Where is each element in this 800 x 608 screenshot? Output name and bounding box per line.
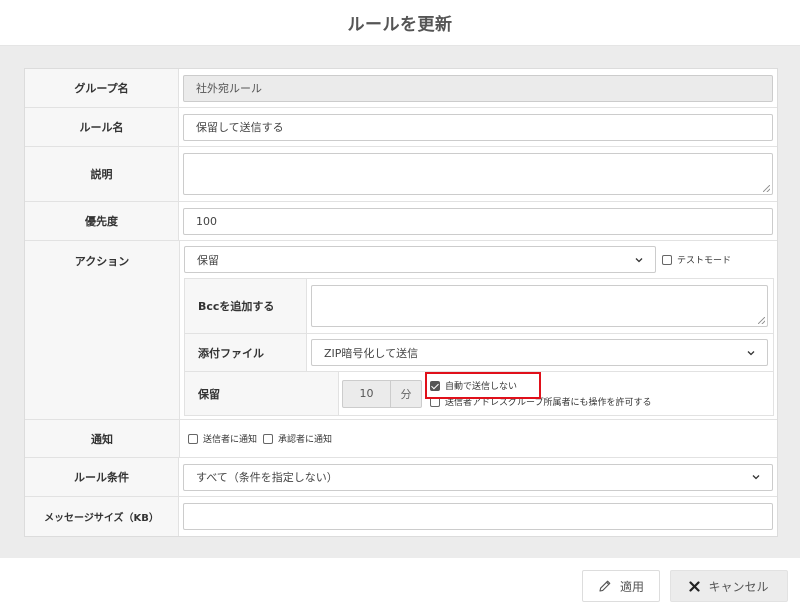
hold-minutes-input: 10 xyxy=(343,380,391,407)
form-area: グループ名 社外宛ルール ルール名 保留して送信する 説明 優先度 100 アク… xyxy=(0,46,800,558)
cancel-button[interactable]: キャンセル xyxy=(670,570,788,602)
row-notify: 通知 送信者に通知 承認者に通知 xyxy=(25,420,777,458)
rule-name-input[interactable]: 保留して送信する xyxy=(183,113,773,141)
hold-options: 自動で送信しない 送信者アドレスグループ所属者にも操作を許可する xyxy=(430,379,651,408)
notify-approver-option[interactable]: 承認者に通知 xyxy=(263,432,332,445)
row-rule-condition: ルール条件 すべて（条件を指定しない） xyxy=(25,458,777,497)
rule-form: グループ名 社外宛ルール ルール名 保留して送信する 説明 優先度 100 アク… xyxy=(24,68,778,537)
rule-name-label: ルール名 xyxy=(25,108,179,146)
notify-sender-option[interactable]: 送信者に通知 xyxy=(188,432,257,445)
pencil-icon xyxy=(599,580,611,592)
dialog-title: ルールを更新 xyxy=(347,15,453,35)
row-priority: 優先度 100 xyxy=(25,202,777,241)
auto-send-checkbox[interactable] xyxy=(430,380,440,391)
notify-approver-checkbox[interactable] xyxy=(263,433,274,444)
attachment-label: 添付ファイル xyxy=(185,334,307,371)
allow-sender-label: 送信者アドレスグループ所属者にも操作を許可する xyxy=(445,398,652,408)
allow-sender-option[interactable]: 送信者アドレスグループ所属者にも操作を許可する xyxy=(430,395,651,408)
row-bcc: Bccを追加する xyxy=(185,279,773,334)
group-name-label: グループ名 xyxy=(25,69,179,107)
priority-label: 優先度 xyxy=(25,202,179,240)
action-select-value: 保留 xyxy=(197,253,219,267)
group-name-input: 社外宛ルール xyxy=(183,74,773,102)
rule-condition-label: ルール条件 xyxy=(25,458,179,496)
test-mode-checkbox[interactable] xyxy=(662,254,672,265)
auto-send-label: 自動で送信しない xyxy=(445,382,518,392)
attachment-select-value: ZIP暗号化して送信 xyxy=(324,346,419,360)
hold-unit: 分 xyxy=(400,387,412,401)
row-group-name: グループ名 社外宛ルール xyxy=(25,69,777,108)
attachment-select[interactable]: ZIP暗号化して送信 xyxy=(311,339,768,366)
action-label: アクション xyxy=(25,241,180,419)
row-message-size: メッセージサイズ（KB） xyxy=(25,497,777,536)
row-action: アクション 保留 テストモード Bccを追加する 添付ファイル ZIP暗号化して… xyxy=(25,241,777,420)
test-mode-option[interactable]: テストモード xyxy=(662,246,731,273)
dialog-footer: 適用 キャンセル xyxy=(0,558,800,608)
auto-send-option[interactable]: 自動で送信しない xyxy=(430,379,651,392)
notify-sender-checkbox[interactable] xyxy=(188,433,198,444)
close-icon xyxy=(689,580,701,592)
chevron-down-icon xyxy=(752,475,760,480)
action-details: Bccを追加する 添付ファイル ZIP暗号化して送信 保留 10 分 自動で送信… xyxy=(184,278,774,416)
cancel-label: キャンセル xyxy=(708,579,769,594)
message-size-label: メッセージサイズ（KB） xyxy=(25,497,179,536)
chevron-down-icon xyxy=(747,350,755,355)
description-label: 説明 xyxy=(25,147,179,201)
hold-minutes-group: 10 分 xyxy=(342,379,422,408)
row-hold: 保留 10 分 自動で送信しない 送信者アドレスグループ所属者にも操作を許可する xyxy=(185,372,773,415)
notify-sender-label: 送信者に通知 xyxy=(203,435,258,445)
apply-button[interactable]: 適用 xyxy=(582,570,660,602)
row-description: 説明 xyxy=(25,147,777,202)
chevron-down-icon xyxy=(635,257,643,262)
apply-label: 適用 xyxy=(619,579,644,594)
allow-sender-checkbox[interactable] xyxy=(430,396,440,407)
description-textarea[interactable] xyxy=(183,153,773,195)
bcc-label: Bccを追加する xyxy=(185,279,307,333)
row-attachment: 添付ファイル ZIP暗号化して送信 xyxy=(185,334,773,372)
notify-label: 通知 xyxy=(25,420,180,457)
bcc-textarea[interactable] xyxy=(311,285,768,327)
priority-input[interactable]: 100 xyxy=(183,207,773,235)
hold-label: 保留 xyxy=(185,372,339,415)
rule-condition-value: すべて（条件を指定しない） xyxy=(196,471,338,484)
dialog-header: ルールを更新 xyxy=(0,0,800,46)
resize-grip-icon[interactable] xyxy=(763,185,770,192)
rule-condition-select[interactable]: すべて（条件を指定しない） xyxy=(183,463,773,491)
row-rule-name: ルール名 保留して送信する xyxy=(25,108,777,147)
action-select[interactable]: 保留 xyxy=(184,246,656,273)
resize-grip-icon[interactable] xyxy=(758,317,765,324)
test-mode-label: テストモード xyxy=(677,256,732,266)
notify-approver-label: 承認者に通知 xyxy=(278,435,333,445)
message-size-input[interactable] xyxy=(183,503,773,530)
